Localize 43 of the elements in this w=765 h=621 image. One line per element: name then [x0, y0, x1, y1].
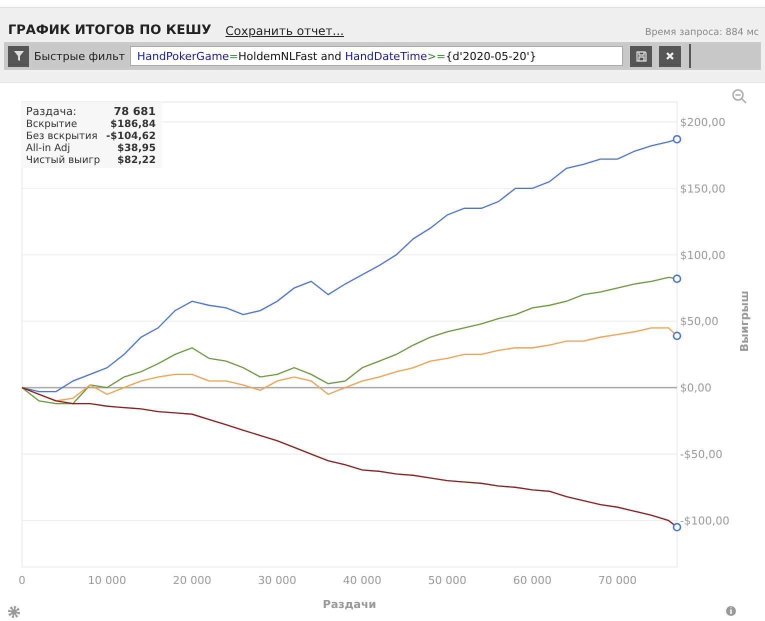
filter-label: Быстрые фильт: [34, 50, 126, 62]
x-tick-label: 70 000: [598, 574, 637, 587]
stat-label: Чистый выигр: [26, 155, 100, 166]
info-icon[interactable]: [726, 606, 736, 616]
x-tick-label: 40 000: [343, 574, 382, 587]
y-tick-label: $200,00: [680, 116, 726, 129]
filter-button[interactable]: [8, 46, 29, 66]
stat-value: 78 681: [112, 105, 156, 118]
stat-value: $186,84: [109, 119, 156, 130]
x-tick-label: 0: [18, 574, 26, 587]
stat-value: -$104,62: [106, 131, 156, 142]
stat-label: Раздача:: [26, 105, 78, 118]
end-marker: [672, 522, 682, 532]
stat-label: Без вскрытия: [26, 131, 99, 142]
x-tick-label: 20 000: [172, 574, 212, 587]
stat-value: $82,22: [116, 155, 156, 166]
y-tick-label: -$50,00: [680, 448, 722, 462]
save-report-link[interactable]: Сохранить отчет...: [225, 24, 344, 38]
settings-icon[interactable]: [8, 606, 20, 618]
y-tick-label: $150,00: [680, 182, 726, 196]
y-tick-label: $0,00: [680, 382, 712, 395]
stat-label: Вскрытие: [26, 119, 78, 130]
end-marker: [672, 332, 682, 340]
x-tick-label: 50 000: [428, 574, 467, 587]
y-tick-label: $100,00: [680, 248, 726, 262]
stat-value: $38,95: [116, 143, 156, 154]
filter-input[interactable]: HandPokerGame=HoldemNLFast and HandDateTime>={d'2020-05-20'}: [130, 46, 623, 66]
close-icon: [665, 51, 675, 61]
y-axis-title: Выигрыш: [738, 290, 751, 352]
x-tick-label: 60 000: [513, 574, 552, 587]
x-axis-title: Раздачи: [322, 598, 376, 611]
save-button[interactable]: [630, 46, 652, 66]
report-title: ГРАФИК ИТОГОВ ПО КЕШУ: [8, 23, 212, 38]
close-button[interactable]: [659, 46, 681, 66]
x-tick-label: 30 000: [258, 574, 296, 587]
query-time: Время запроса: 884 мс: [644, 27, 759, 38]
y-tick-label: -$100,00: [680, 514, 730, 528]
y-tick-label: $50,00: [680, 315, 718, 328]
end-marker: [672, 274, 682, 283]
x-tick-label: 10 000: [88, 574, 126, 587]
end-marker: [672, 134, 682, 144]
stat-label: All-in Adj: [26, 143, 72, 154]
funnel-icon: [12, 50, 24, 62]
